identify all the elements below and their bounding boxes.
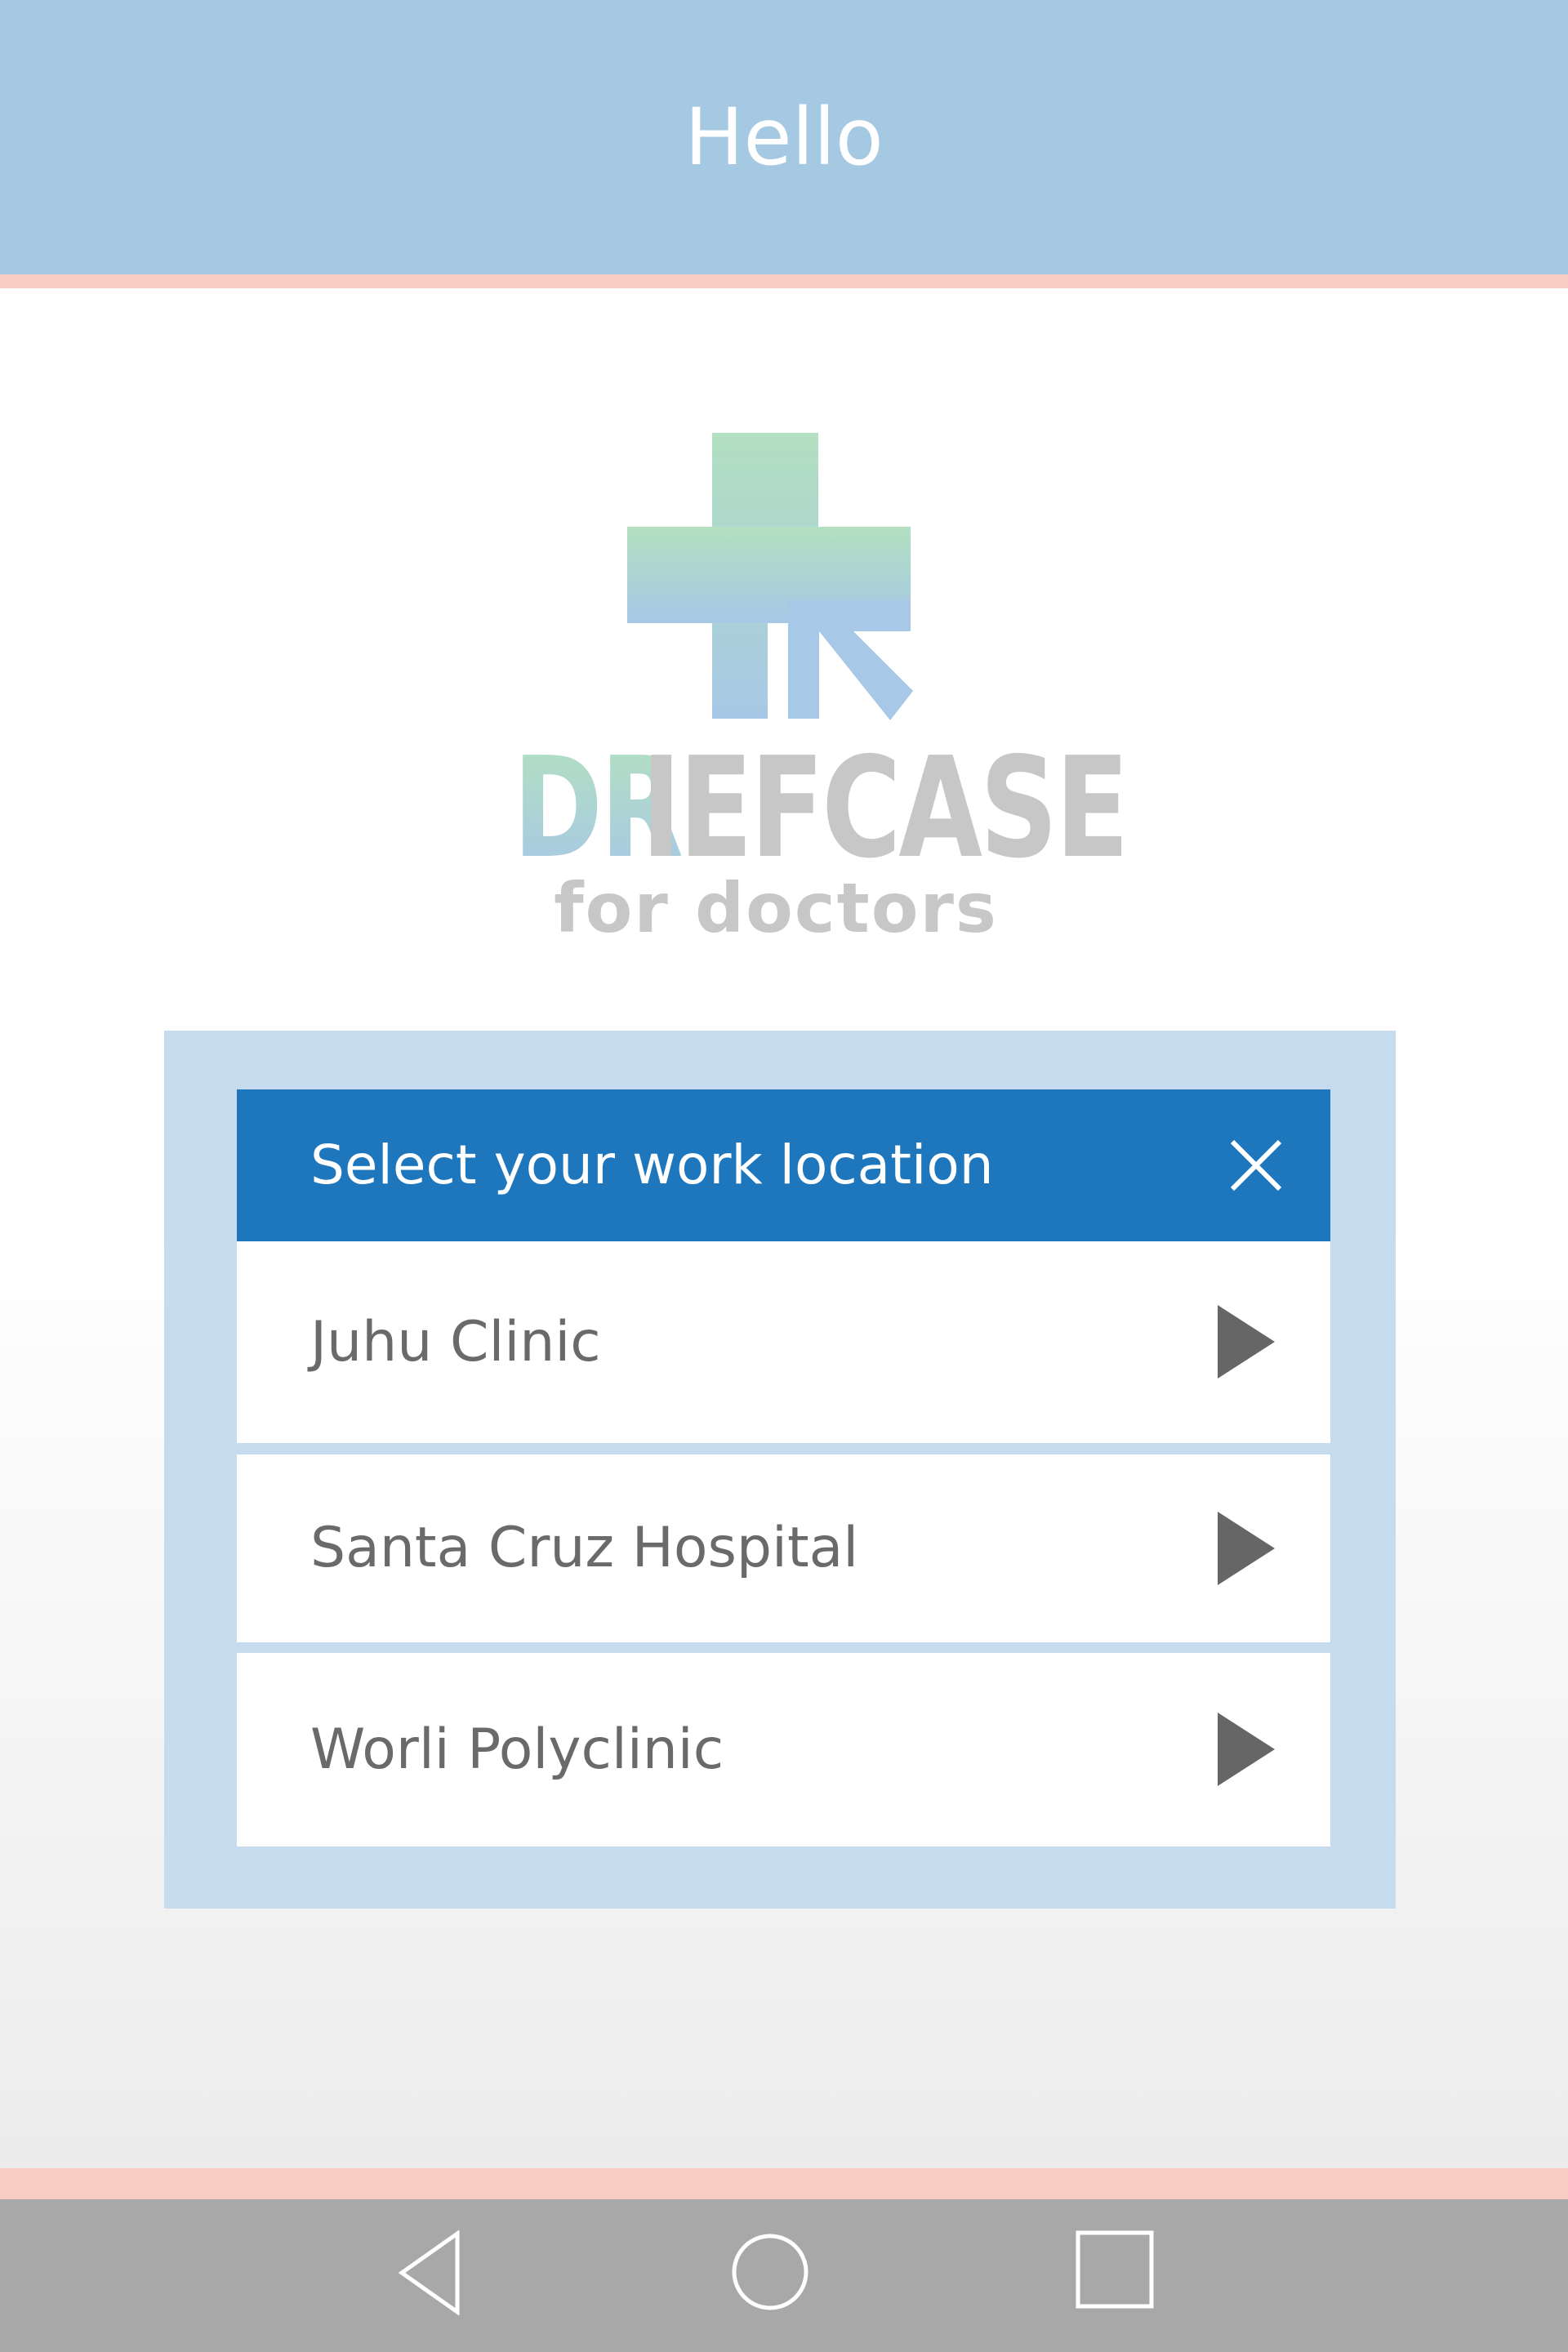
recents-square-icon[interactable] [1076,2230,1154,2309]
dialog-header: Select your work location [237,1089,1330,1241]
home-circle-icon[interactable] [731,2233,809,2311]
header-divider [0,274,1568,288]
close-icon[interactable] [1229,1138,1283,1192]
location-label: Santa Cruz Hospital [310,1516,859,1580]
location-label: Worli Polyclinic [310,1717,724,1782]
navbar-divider [0,2168,1568,2199]
brand-gradient-defs [0,0,1,1]
app-header: Hello [0,0,1568,274]
page-title: Hello [684,91,884,183]
brand-tagline: for doctors [554,868,998,948]
play-arrow-icon [1218,1713,1275,1786]
brand-name: IEFCASE [641,728,1129,889]
medical-cross-icon [627,433,915,725]
system-navbar [0,2199,1568,2352]
play-arrow-icon [1218,1512,1275,1585]
location-item-worli-polyclinic[interactable]: Worli Polyclinic [237,1653,1330,1846]
dialog-title: Select your work location [310,1134,994,1196]
location-item-santa-cruz-hospital[interactable]: Santa Cruz Hospital [237,1454,1330,1642]
location-item-juhu-clinic[interactable]: Juhu Clinic [237,1241,1330,1443]
location-label: Juhu Clinic [310,1310,601,1374]
play-arrow-icon [1218,1305,1275,1379]
back-triangle-icon[interactable] [397,2230,462,2315]
